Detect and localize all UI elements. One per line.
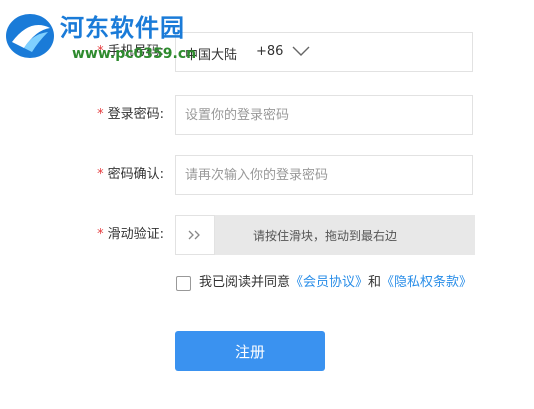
agreement-row: 我已阅读并同意《会员协议》和《隐私权条款》: [0, 273, 534, 313]
agree-checkbox[interactable]: [176, 276, 191, 291]
member-agreement-link[interactable]: 《会员协议》: [290, 275, 368, 290]
agreement-prefix: 我已阅读并同意: [199, 275, 291, 290]
confirm-password-field[interactable]: [175, 155, 473, 195]
confirm-row: * 密码确认:: [0, 155, 534, 195]
required-mark: *: [97, 227, 104, 242]
phone-input[interactable]: [320, 33, 472, 71]
slider-hint: 请按住滑块，拖动到最右边: [253, 229, 398, 243]
agreement-and: 和: [368, 275, 382, 290]
phone-field[interactable]: [320, 32, 473, 72]
confirm-label-text: 密码确认:: [107, 167, 164, 182]
watermark-logo-icon: [6, 14, 54, 58]
chevron-down-icon: [292, 46, 310, 56]
slider-row: * 滑动验证: 请按住滑块，拖动到最右边: [0, 215, 534, 255]
confirm-label: * 密码确认:: [97, 167, 164, 183]
watermark: 河东软件园 www.pc0359.cn: [2, 4, 202, 66]
password-row: * 登录密码:: [0, 95, 534, 135]
required-mark: *: [97, 167, 104, 182]
slider-handle[interactable]: [175, 215, 215, 255]
watermark-url: www.pc0359.cn: [72, 46, 197, 62]
slider-label: * 滑动验证:: [97, 227, 164, 243]
register-button[interactable]: 注册: [175, 331, 325, 371]
region-code: +86: [256, 44, 284, 59]
required-mark: *: [97, 107, 104, 122]
confirm-password-input[interactable]: [176, 156, 472, 194]
slider-track: 请按住滑块，拖动到最右边: [175, 215, 475, 255]
slider-label-text: 滑动验证:: [107, 227, 164, 242]
password-input[interactable]: [176, 96, 472, 134]
double-chevron-right-icon: [188, 230, 200, 240]
watermark-title: 河东软件园: [60, 14, 185, 42]
password-field[interactable]: [175, 95, 473, 135]
privacy-policy-link[interactable]: 《隐私权条款》: [381, 275, 472, 290]
agreement-text: 我已阅读并同意《会员协议》和《隐私权条款》: [199, 273, 489, 292]
password-label-text: 登录密码:: [107, 107, 164, 122]
password-label: * 登录密码:: [97, 107, 164, 123]
